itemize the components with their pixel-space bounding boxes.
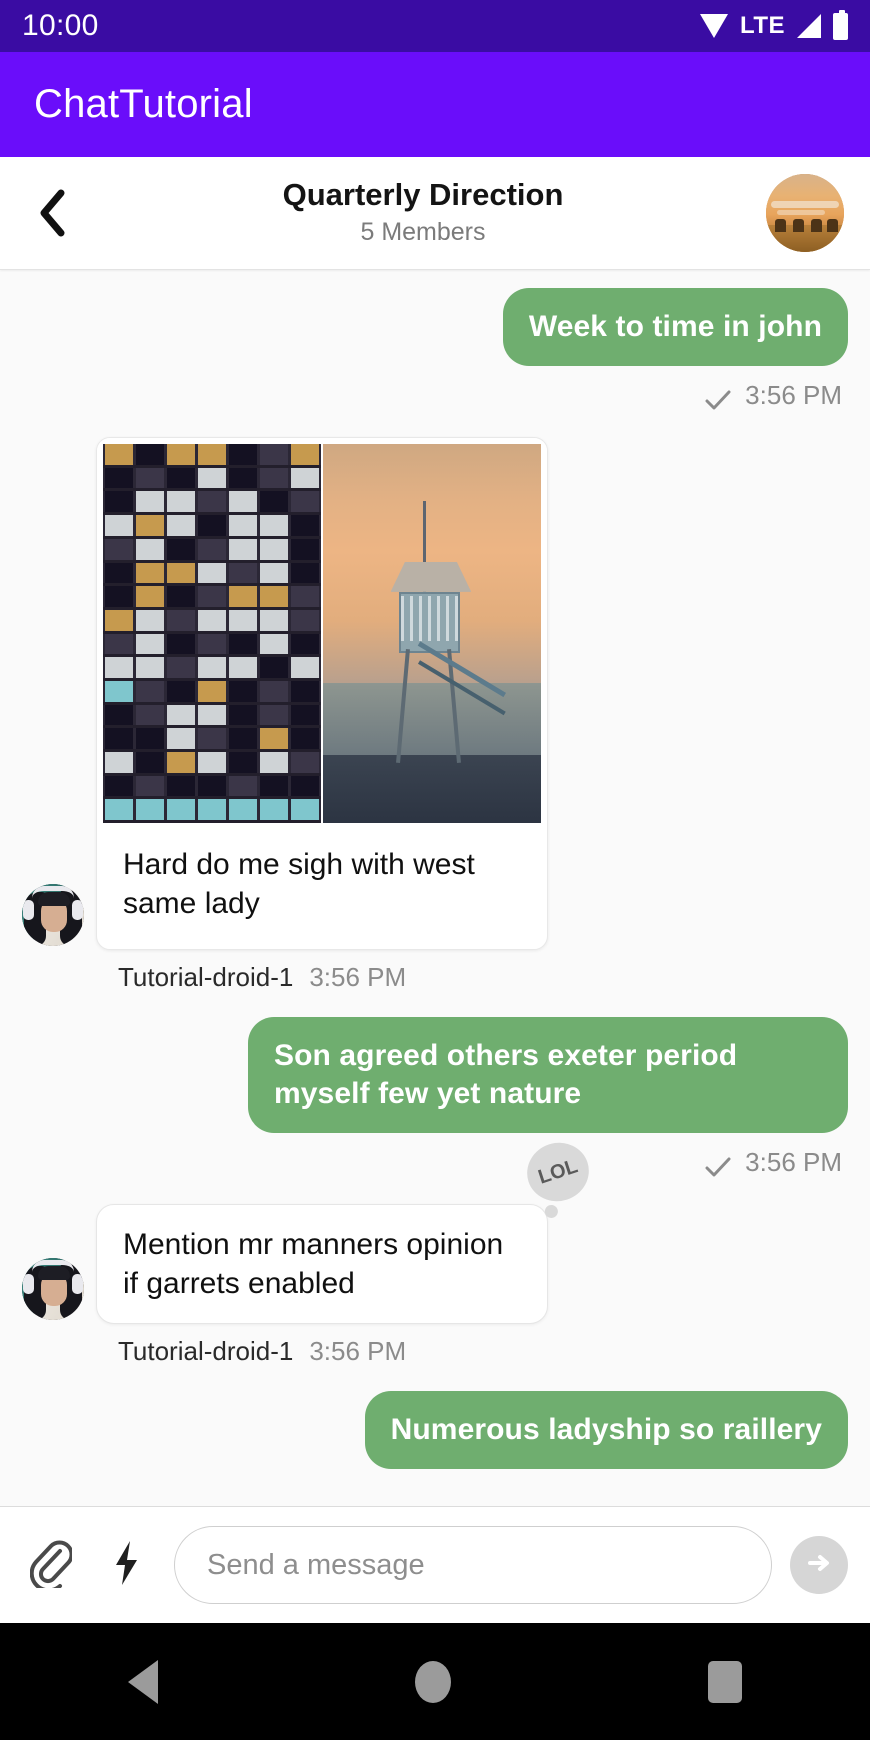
avatar[interactable] bbox=[22, 1258, 84, 1321]
reaction-badge[interactable]: LOL bbox=[519, 1135, 597, 1210]
sand bbox=[323, 754, 541, 824]
search-placeholder: Send a message bbox=[207, 1548, 425, 1581]
sea bbox=[323, 682, 541, 755]
group-avatar[interactable] bbox=[766, 174, 844, 252]
card-caption: Hard do me sigh with west same lady bbox=[123, 848, 475, 921]
card-image-strip bbox=[97, 438, 547, 824]
attach-button[interactable] bbox=[22, 1536, 80, 1594]
signal-icon bbox=[796, 13, 822, 39]
message-meta-outgoing: 3:56 PM bbox=[22, 380, 842, 411]
wifi-icon bbox=[699, 13, 729, 39]
app-title: ChatTutorial bbox=[34, 82, 253, 126]
member-count: 5 Members bbox=[360, 218, 486, 247]
message-timestamp: 3:56 PM bbox=[745, 1147, 842, 1178]
send-arrow-icon bbox=[802, 1546, 836, 1585]
headphone-cup-icon bbox=[23, 900, 34, 921]
image-message-card[interactable]: Hard do me sigh with west same lady bbox=[96, 437, 548, 951]
sender-name: Tutorial-droid-1 bbox=[118, 1336, 294, 1367]
nav-recents-icon[interactable] bbox=[707, 1660, 742, 1703]
sender-name: Tutorial-droid-1 bbox=[118, 962, 294, 993]
single-check-icon bbox=[705, 1153, 731, 1177]
nav-home-icon[interactable] bbox=[414, 1660, 451, 1703]
send-button[interactable] bbox=[790, 1536, 848, 1594]
chat-header: Quarterly Direction 5 Members bbox=[0, 157, 870, 270]
message-text: Mention mr manners opinion if garrets en… bbox=[123, 1228, 504, 1301]
message-bubble-incoming[interactable]: Mention mr manners opinion if garrets en… bbox=[96, 1135, 597, 1325]
app-bar: ChatTutorial bbox=[0, 52, 870, 157]
headphone-cup-icon bbox=[72, 1274, 83, 1295]
back-button[interactable] bbox=[20, 180, 86, 246]
avatar-bush bbox=[775, 218, 787, 232]
lightning-bolt-icon bbox=[112, 1539, 142, 1592]
headphone-band-icon bbox=[32, 886, 74, 898]
message-row-outgoing: Week to time in john bbox=[22, 288, 848, 367]
message-row-outgoing: Numerous ladyship so raillery bbox=[22, 1391, 848, 1470]
headphone-cup-icon bbox=[72, 900, 83, 921]
single-check-icon bbox=[705, 386, 731, 410]
building-windows bbox=[103, 444, 321, 824]
nav-back-icon[interactable] bbox=[128, 1659, 159, 1704]
message-row-incoming: Hard do me sigh with west same lady bbox=[22, 437, 848, 951]
chat-header-center[interactable]: Quarterly Direction 5 Members bbox=[86, 177, 766, 248]
paperclip-icon bbox=[29, 1538, 74, 1593]
android-nav-bar bbox=[0, 1623, 870, 1740]
battery-icon bbox=[833, 9, 848, 40]
message-row-outgoing: Son agreed others exeter period myself f… bbox=[22, 1017, 848, 1134]
message-meta-incoming: Tutorial-droid-1 3:56 PM bbox=[118, 1336, 848, 1367]
avatar-cloud bbox=[776, 209, 826, 215]
status-icons: LTE bbox=[699, 9, 848, 40]
message-input-wrapper[interactable]: Send a message bbox=[174, 1526, 772, 1604]
message-bubble-outgoing[interactable]: Son agreed others exeter period myself f… bbox=[248, 1017, 848, 1134]
message-row-incoming: Mention mr manners opinion if garrets en… bbox=[22, 1135, 848, 1325]
message-timestamp: 3:56 PM bbox=[745, 380, 842, 411]
avatar-bush bbox=[811, 218, 823, 232]
incoming-block: Mention mr manners opinion if garrets en… bbox=[22, 1135, 597, 1325]
message-timestamp: 3:56 PM bbox=[309, 1336, 407, 1367]
avatar-bush bbox=[826, 218, 838, 232]
quick-action-button[interactable] bbox=[98, 1536, 156, 1594]
avatar-bush bbox=[792, 218, 804, 232]
incoming-block: Hard do me sigh with west same lady bbox=[22, 437, 548, 951]
headphone-cup-icon bbox=[23, 1274, 34, 1295]
headphone-band-icon bbox=[32, 1260, 74, 1272]
message-timestamp: 3:56 PM bbox=[309, 962, 407, 993]
message-meta-outgoing: 3:56 PM bbox=[22, 1147, 842, 1178]
tower-railing bbox=[401, 595, 459, 642]
message-bubble-outgoing[interactable]: Week to time in john bbox=[502, 288, 848, 367]
avatar[interactable] bbox=[22, 884, 84, 947]
message-meta-incoming: Tutorial-droid-1 3:56 PM bbox=[118, 962, 848, 993]
message-list[interactable]: Week to time in john 3:56 PM Hard do me … bbox=[0, 270, 870, 1506]
night-office-building-photo[interactable] bbox=[103, 444, 321, 824]
beach-lifeguard-tower-sunset-photo[interactable] bbox=[323, 444, 541, 824]
lte-label: LTE bbox=[739, 12, 785, 39]
phone-screen: 10:00 LTE ChatTutorial Quarterly Directi… bbox=[0, 0, 870, 1740]
avatar-cloud bbox=[770, 200, 840, 208]
back-chevron-icon bbox=[38, 189, 68, 237]
status-bar: 10:00 LTE bbox=[0, 0, 870, 52]
message-composer: Send a message bbox=[0, 1506, 870, 1623]
page-title: Quarterly Direction bbox=[282, 177, 564, 213]
message-bubble-outgoing[interactable]: Numerous ladyship so raillery bbox=[364, 1391, 848, 1470]
status-clock: 10:00 bbox=[22, 9, 99, 42]
